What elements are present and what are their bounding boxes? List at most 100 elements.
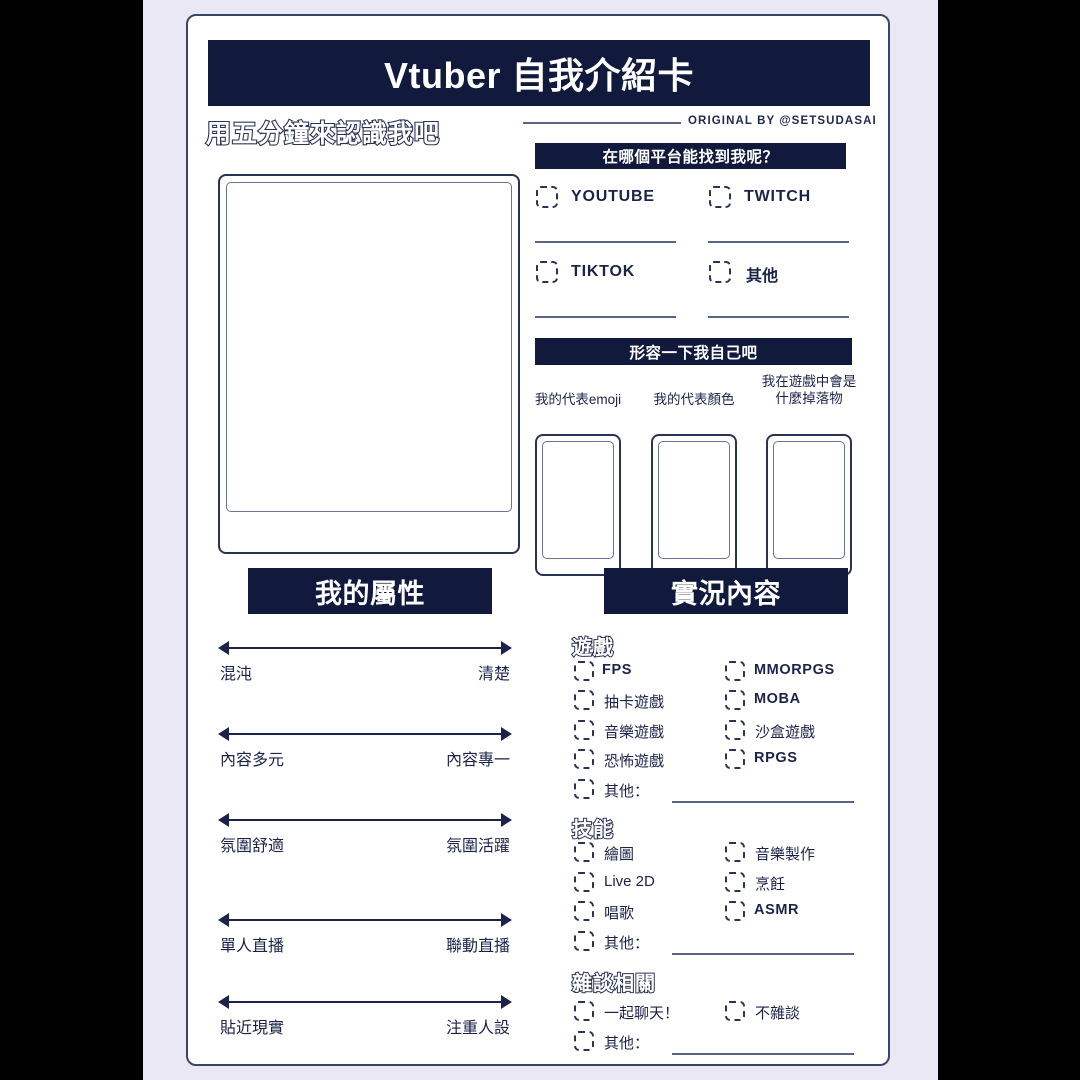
- slider-label-right: 聯動直播: [445, 938, 510, 955]
- label-other-chatting: 其他：: [604, 1035, 650, 1052]
- platform-write-line-4[interactable]: [708, 316, 849, 318]
- caption-drop-item: 我在遊戲中會是 什麼掉落物: [761, 374, 857, 406]
- checkbox-moba[interactable]: [725, 690, 745, 710]
- checkbox-other-games[interactable]: [574, 779, 594, 799]
- checkbox-tiktok[interactable]: [536, 261, 558, 283]
- checkbox-live2d[interactable]: [574, 872, 594, 892]
- platform-write-line-1[interactable]: [535, 241, 676, 243]
- group-heading-games: 遊戲: [571, 636, 614, 660]
- slider-label-left: 貼近現實: [220, 1020, 285, 1037]
- checkbox-no-chat[interactable]: [725, 1001, 745, 1021]
- label-drawing: 繪圖: [604, 846, 635, 863]
- write-line-games-other[interactable]: [672, 801, 854, 803]
- label-cooking: 烹飪: [755, 876, 786, 893]
- credit-text: ORIGINAL BY @SETSUDASAI: [688, 115, 877, 127]
- card-color[interactable]: [651, 434, 737, 576]
- label-moba: MOBA: [754, 691, 801, 707]
- checkbox-fps[interactable]: [574, 661, 594, 681]
- photo-placeholder[interactable]: [218, 174, 520, 554]
- slider-cozy-lively[interactable]: 氛圍舒適 氛圍活躍: [218, 812, 512, 855]
- slider-label-left: 內容多元: [220, 752, 285, 769]
- photo-inner-area[interactable]: [226, 182, 512, 512]
- label-horror: 恐怖遊戲: [604, 753, 665, 770]
- checkbox-cooking[interactable]: [725, 872, 745, 892]
- slider-track[interactable]: [226, 819, 504, 821]
- checkbox-drawing[interactable]: [574, 842, 594, 862]
- slider-solo-collab[interactable]: 單人直播 聯動直播: [218, 912, 512, 955]
- checkbox-other-chatting[interactable]: [574, 1031, 594, 1051]
- label-other-games: 其他：: [604, 783, 650, 800]
- slider-label-left: 氛圍舒適: [220, 838, 285, 855]
- card-drop-item-inner[interactable]: [773, 441, 845, 559]
- arrow-right-icon: [501, 913, 512, 927]
- checkbox-twitch[interactable]: [709, 186, 731, 208]
- card-emoji[interactable]: [535, 434, 621, 576]
- checkbox-music-production[interactable]: [725, 842, 745, 862]
- card-emoji-inner[interactable]: [542, 441, 614, 559]
- checkbox-singing[interactable]: [574, 901, 594, 921]
- checkbox-asmr[interactable]: [725, 901, 745, 921]
- slider-variety-focus[interactable]: 內容多元 內容專一: [218, 726, 512, 769]
- card-color-inner[interactable]: [658, 441, 730, 559]
- label-other-platform: 其他: [746, 268, 779, 285]
- checkbox-gacha[interactable]: [574, 690, 594, 710]
- label-no-chat: 不雜談: [755, 1005, 801, 1022]
- checkbox-rpgs[interactable]: [725, 749, 745, 769]
- label-rpgs: RPGS: [754, 750, 798, 766]
- describe-section-header: 形容一下我自己吧: [535, 338, 852, 365]
- slider-track[interactable]: [226, 647, 504, 649]
- arrow-right-icon: [501, 727, 512, 741]
- checkbox-rhythm[interactable]: [574, 720, 594, 740]
- slider-chaos-clear[interactable]: 混沌 清楚: [218, 640, 512, 683]
- intro-card: Vtuber 自我介紹卡 用五分鐘來認識我吧 ORIGINAL BY @SETS…: [186, 14, 890, 1066]
- slider-real-persona[interactable]: 貼近現實 注重人設: [218, 994, 512, 1037]
- write-line-chatting-other[interactable]: [672, 1053, 854, 1055]
- arrow-right-icon: [501, 813, 512, 827]
- attributes-section-header: 我的屬性: [248, 568, 492, 614]
- checkbox-chat-together[interactable]: [574, 1001, 594, 1021]
- checkbox-mmorpgs[interactable]: [725, 661, 745, 681]
- slider-label-right: 氛圍活躍: [445, 838, 510, 855]
- group-heading-chatting: 雜談相關: [571, 972, 656, 996]
- subtitle: 用五分鐘來認識我吧: [205, 119, 441, 149]
- arrow-right-icon: [501, 995, 512, 1009]
- arrow-right-icon: [501, 641, 512, 655]
- label-mmorpgs: MMORPGS: [754, 662, 835, 678]
- label-singing: 唱歌: [604, 905, 635, 922]
- slider-track[interactable]: [226, 733, 504, 735]
- label-asmr: ASMR: [754, 902, 800, 918]
- label-chat-together: 一起聊天！: [604, 1005, 680, 1022]
- checkbox-sandbox[interactable]: [725, 720, 745, 740]
- checkbox-youtube[interactable]: [536, 186, 558, 208]
- label-twitch: TWITCH: [744, 188, 812, 205]
- slider-label-left: 單人直播: [220, 938, 285, 955]
- slider-label-left: 混沌: [220, 666, 253, 683]
- card-drop-item[interactable]: [766, 434, 852, 576]
- label-music-production: 音樂製作: [755, 846, 816, 863]
- platform-write-line-2[interactable]: [708, 241, 849, 243]
- slider-track[interactable]: [226, 1001, 504, 1003]
- checkbox-other-platform[interactable]: [709, 261, 731, 283]
- label-fps: FPS: [602, 662, 632, 678]
- label-live2d: Live 2D: [604, 873, 655, 890]
- caption-emoji: 我的代表emoji: [534, 392, 622, 407]
- label-gacha: 抽卡遊戲: [604, 694, 665, 711]
- write-line-skills-other[interactable]: [672, 953, 854, 955]
- screenshot-stage: Vtuber 自我介紹卡 用五分鐘來認識我吧 ORIGINAL BY @SETS…: [0, 0, 1080, 1080]
- checkbox-horror[interactable]: [574, 749, 594, 769]
- slider-label-right: 注重人設: [445, 1020, 510, 1037]
- slider-label-right: 清楚: [477, 666, 510, 683]
- group-heading-skills: 技能: [571, 818, 614, 842]
- credit-divider: [523, 122, 681, 124]
- platform-write-line-3[interactable]: [535, 316, 676, 318]
- checkbox-other-skills[interactable]: [574, 931, 594, 951]
- label-other-skills: 其他：: [604, 935, 650, 952]
- label-rhythm: 音樂遊戲: [604, 724, 665, 741]
- platform-section-header: 在哪個平台能找到我呢？: [535, 143, 846, 169]
- label-youtube: YOUTUBE: [571, 188, 655, 205]
- slider-track[interactable]: [226, 919, 504, 921]
- page-title: Vtuber 自我介紹卡: [208, 40, 870, 106]
- slider-label-right: 內容專一: [445, 752, 510, 769]
- label-tiktok: TIKTOK: [571, 263, 636, 280]
- label-sandbox: 沙盒遊戲: [755, 724, 816, 741]
